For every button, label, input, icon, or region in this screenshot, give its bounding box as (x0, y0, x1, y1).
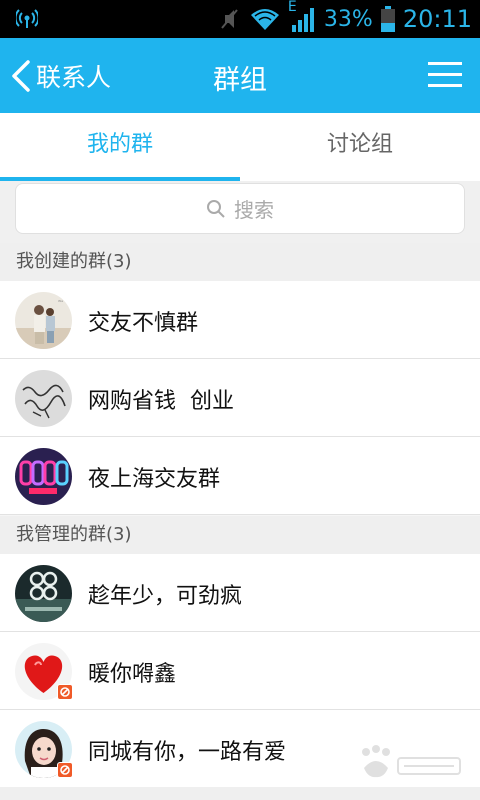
group-name: 暖你嘚鑫 (88, 662, 177, 687)
page-title: 群组 (213, 65, 267, 96)
search-placeholder: 搜索 (234, 198, 274, 222)
signal-broadcast-icon (16, 9, 38, 28)
group-row[interactable]: 趁年少，可劲疯 (0, 554, 480, 632)
search-icon (207, 199, 225, 218)
battery-percent: 33% (323, 6, 373, 32)
tab-my-groups[interactable]: 我的群 (0, 113, 240, 181)
title-bar: 联系人 群组 (0, 38, 480, 113)
group-row[interactable]: ᵂᵃ 交友不慎群 (0, 281, 480, 359)
group-row[interactable]: 暖你嘚鑫 (0, 632, 480, 710)
status-bar: E 33% 20:11 (0, 0, 480, 38)
badge-icon (57, 684, 73, 700)
group-avatar: ᵂᵃ (15, 292, 72, 349)
group-avatar (15, 448, 72, 505)
group-avatar (15, 370, 72, 427)
group-avatar (15, 565, 72, 622)
search-area: 搜索 (0, 181, 480, 243)
section-header-managed[interactable]: 我管理的群(3) (0, 516, 480, 554)
cell-signal-icon: E (288, 0, 316, 33)
wifi-icon (250, 9, 279, 30)
group-name: 交友不慎群 (88, 311, 199, 336)
group-name: 夜上海交友群 (88, 467, 221, 492)
group-row[interactable]: 夜上海交友群 (0, 437, 480, 515)
next-section-header-partial (0, 787, 480, 800)
baidu-watermark-logo (362, 745, 461, 778)
mute-icon (221, 9, 238, 29)
group-name: 同城有你，一路有爱 (88, 740, 287, 765)
badge-icon (57, 762, 73, 778)
group-name: 趁年少，可劲疯 (88, 584, 243, 609)
battery-icon (380, 6, 395, 32)
search-input[interactable]: 搜索 (15, 183, 465, 234)
group-name: 网购省钱 创业 (88, 389, 234, 414)
tab-bar: 我的群 讨论组 (0, 113, 480, 181)
svg-text:ᵂᵃ: ᵂᵃ (58, 300, 63, 306)
menu-icon[interactable] (428, 58, 462, 92)
tab-discussion-groups[interactable]: 讨论组 (240, 113, 480, 181)
clock: 20:11 (402, 5, 472, 33)
group-row[interactable]: 网购省钱 创业 (0, 359, 480, 437)
section-header-created[interactable]: 我创建的群(3) (0, 243, 480, 281)
